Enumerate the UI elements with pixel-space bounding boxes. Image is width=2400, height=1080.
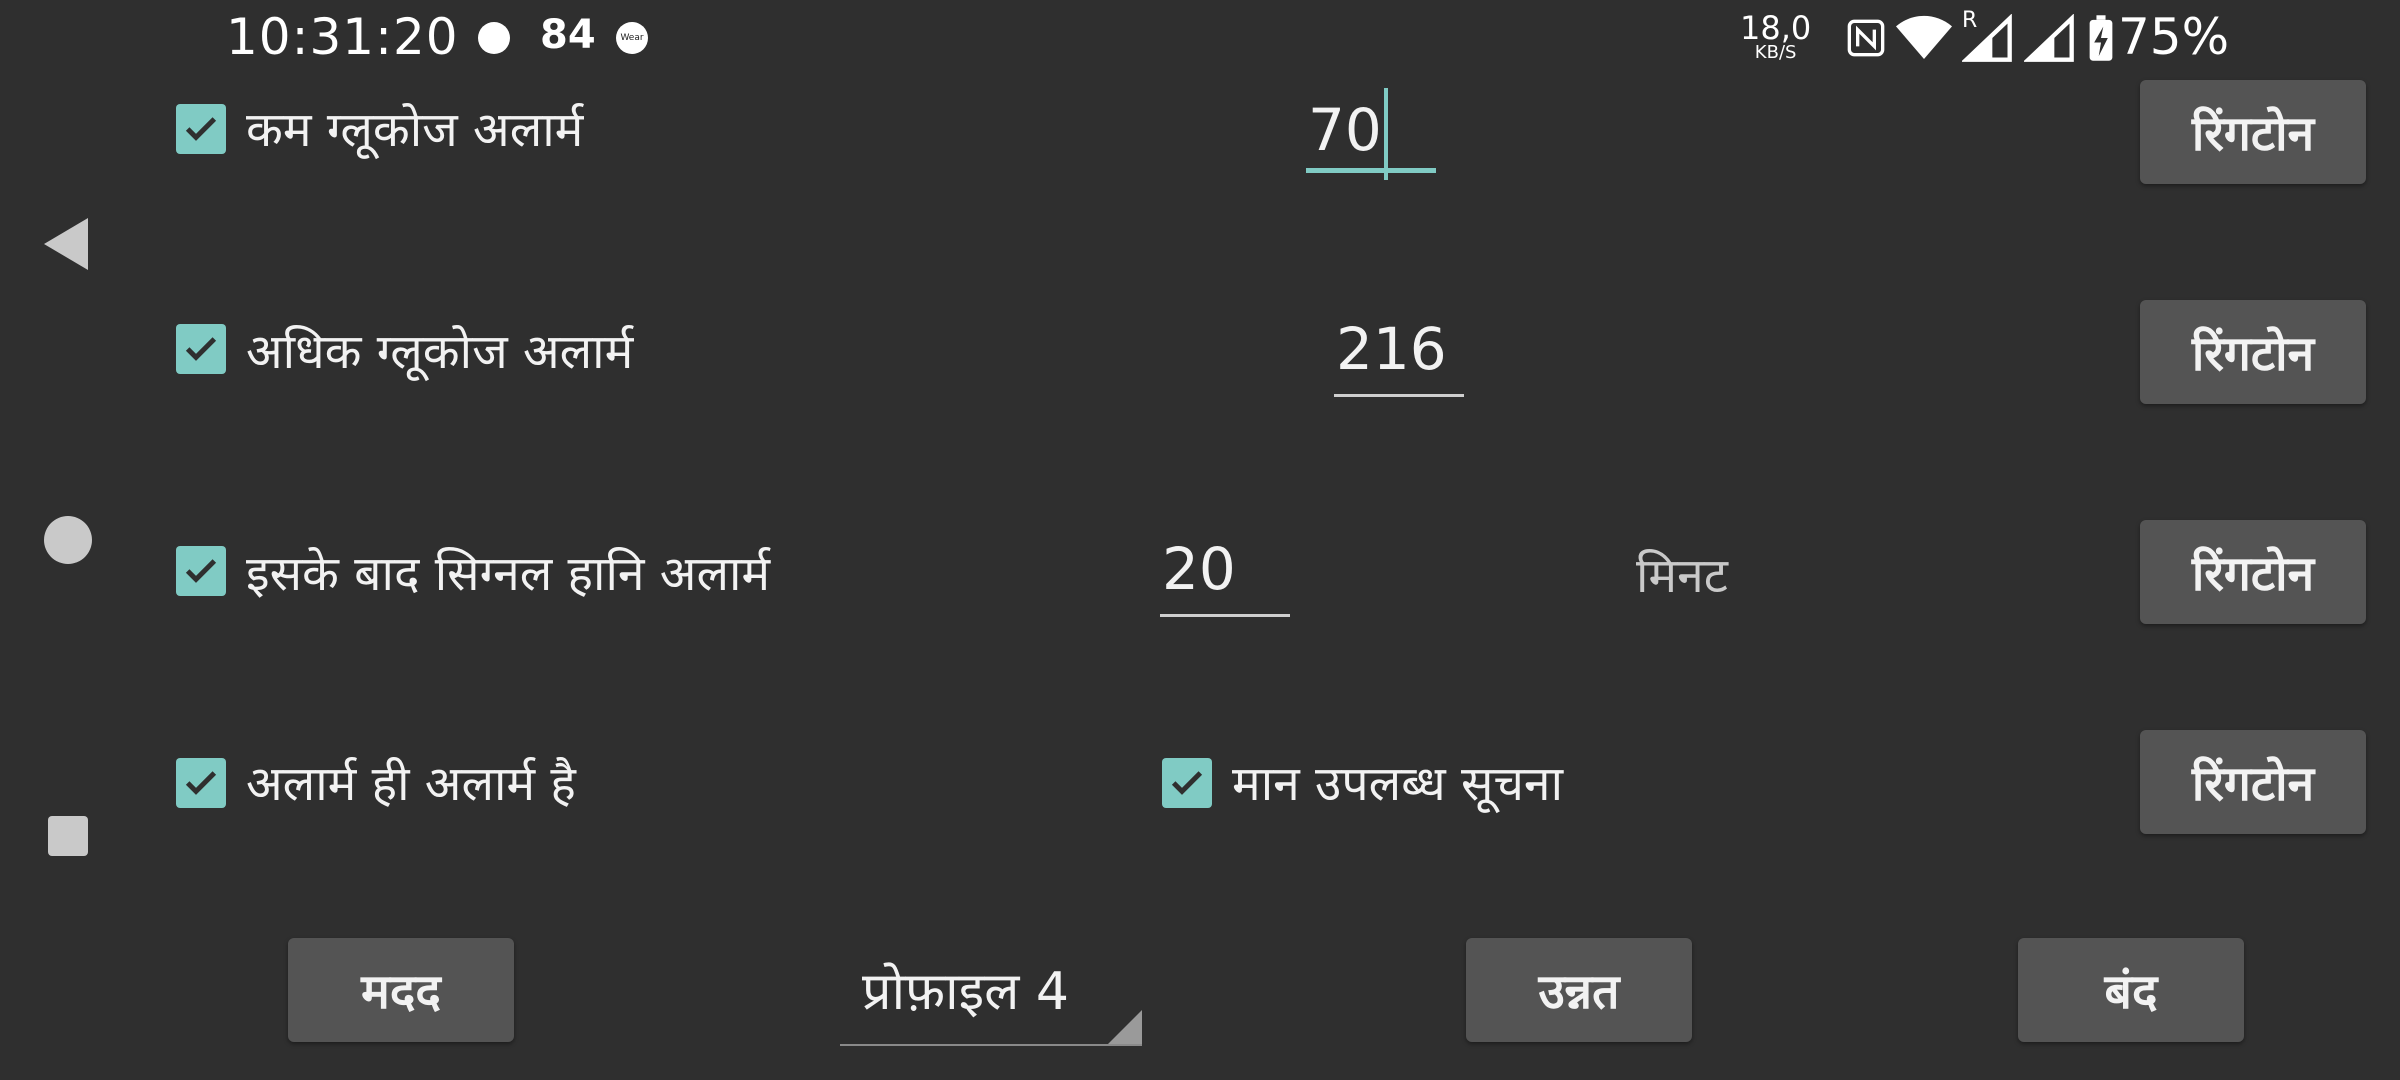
- low-glucose-input[interactable]: 70: [1306, 88, 1436, 180]
- notification-count: 84: [540, 12, 596, 58]
- alarm-is-alarm-checkbox[interactable]: [176, 758, 226, 808]
- network-speed-value: 18,0: [1740, 9, 1812, 47]
- check-icon: [185, 337, 217, 361]
- high-glucose-label: अधिक ग्लूकोज अलार्म: [246, 324, 634, 380]
- check-icon: [1171, 771, 1203, 795]
- battery-percent: 75%: [2118, 8, 2230, 66]
- close-button[interactable]: बंद: [2018, 938, 2244, 1042]
- alarm-is-alarm-label: अलार्म ही अलार्म है: [246, 756, 576, 812]
- check-icon: [185, 559, 217, 583]
- signal-loss-ringtone-button[interactable]: रिंगटोन: [2140, 520, 2366, 624]
- dropdown-triangle-icon: [1108, 1010, 1142, 1044]
- low-glucose-checkbox[interactable]: [176, 104, 226, 154]
- signal-roaming: R: [1962, 8, 2014, 62]
- network-speed: 18,0 KB/S: [1740, 12, 1811, 62]
- value-available-label: मान उपलब्ध सूचना: [1232, 756, 1563, 812]
- high-glucose-checkbox[interactable]: [176, 324, 226, 374]
- wear-icon: Wear: [616, 22, 648, 54]
- signal-icon: [1962, 14, 2012, 62]
- high-glucose-ringtone-button[interactable]: रिंगटोन: [2140, 300, 2366, 404]
- wifi-icon: [1896, 15, 1952, 60]
- home-icon[interactable]: [44, 516, 92, 564]
- check-icon: [185, 117, 217, 141]
- help-button[interactable]: मदद: [288, 938, 514, 1042]
- back-icon[interactable]: [44, 218, 88, 270]
- advanced-button[interactable]: उन्नत: [1466, 938, 1692, 1042]
- low-glucose-label: कम ग्लूकोज अलार्म: [246, 102, 584, 158]
- text-cursor: [1383, 88, 1388, 180]
- signal-loss-label: इसके बाद सिग्नल हानि अलार्म: [246, 546, 771, 602]
- battery-charging-icon: [2089, 15, 2113, 61]
- value-available-ringtone-button[interactable]: रिंगटोन: [2140, 730, 2366, 834]
- minutes-unit-label: मिनट: [1636, 548, 1728, 604]
- signal-loss-input[interactable]: 20: [1160, 534, 1290, 617]
- status-icons: R: [1846, 8, 2116, 66]
- notification-dot-icon: [478, 22, 510, 54]
- check-icon: [185, 771, 217, 795]
- high-glucose-input[interactable]: 216: [1334, 314, 1464, 397]
- signal-icon: [2024, 14, 2074, 62]
- recents-icon[interactable]: [48, 816, 88, 856]
- nfc-icon: [1847, 19, 1885, 57]
- profile-spinner[interactable]: प्रोफ़ाइल 4: [840, 940, 1142, 1046]
- signal-loss-checkbox[interactable]: [176, 546, 226, 596]
- value-available-checkbox[interactable]: [1162, 758, 1212, 808]
- low-glucose-value: 70: [1308, 96, 1382, 165]
- profile-spinner-value: प्रोफ़ाइल 4: [862, 962, 1070, 1022]
- low-glucose-ringtone-button[interactable]: रिंगटोन: [2140, 80, 2366, 184]
- status-time: 10:31:20: [226, 8, 459, 66]
